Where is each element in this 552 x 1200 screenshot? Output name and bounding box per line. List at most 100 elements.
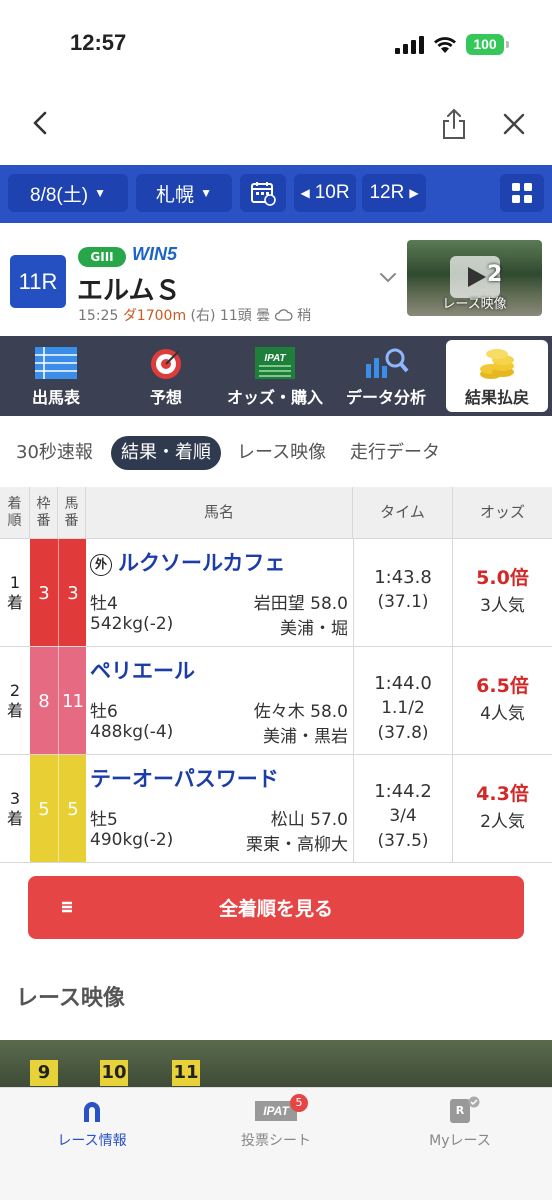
race-video-thumbnail[interactable]: 2 レース映像: [407, 240, 542, 316]
rank-number: 3: [9, 789, 21, 808]
gate-number: 10: [100, 1060, 128, 1086]
svg-text:IPAT: IPAT: [264, 353, 286, 364]
tab-label: レース情報: [57, 1133, 127, 1149]
calendar-button[interactable]: [240, 174, 286, 212]
rank-suffix: 着: [6, 701, 23, 720]
arrow-left-icon: ◀: [300, 186, 310, 200]
menu-results-payout[interactable]: 結果払戻: [446, 340, 548, 412]
venue-selector[interactable]: 札幌 ▼: [136, 174, 232, 212]
uma-cell: 11: [58, 647, 86, 755]
rank-suffix: 着: [6, 809, 23, 828]
jockey-weight: 岩田望 58.0: [253, 594, 348, 614]
ipat-icon: IPAT: [255, 347, 295, 379]
race-details: (右) 11頭 曇: [190, 308, 271, 324]
jockey-weight: 佐々木 58.0: [253, 702, 348, 722]
view-all-results-button[interactable]: 全着順を見る: [28, 876, 524, 939]
sex-age: 牡6: [90, 702, 118, 722]
uma-cell: 5: [58, 755, 86, 863]
tab-race-info[interactable]: レース情報: [22, 1096, 162, 1150]
battery-indicator: 100: [466, 34, 509, 55]
tab-my-races[interactable]: R Myレース: [390, 1096, 530, 1150]
date-selector[interactable]: 8/8(土) ▼: [8, 174, 128, 212]
menu-label: オッズ・購入: [226, 388, 323, 407]
margin: 1.1/2: [381, 698, 425, 718]
last-3f: (37.1): [377, 592, 429, 612]
coins-icon: [480, 349, 514, 379]
tab-label: Myレース: [429, 1133, 491, 1149]
notification-badge: 5: [290, 1094, 308, 1112]
header-uma: 馬番: [58, 487, 86, 539]
race-number-badge: 11R: [10, 255, 66, 308]
uma-cell: 3: [58, 539, 86, 647]
column-divider: [452, 539, 453, 863]
menu-prediction[interactable]: 予想: [112, 336, 220, 416]
menu-label: 結果払戻: [464, 388, 529, 407]
tab-results[interactable]: 結果・着順: [111, 436, 221, 470]
list-icon: [62, 901, 72, 913]
close-icon[interactable]: [500, 110, 528, 138]
video-label: レース映像: [442, 297, 507, 312]
row-divider: [0, 862, 552, 863]
share-icon[interactable]: [440, 108, 468, 140]
finish-time: 1:44.2: [374, 781, 432, 802]
time-cell: 1:43.8 (37.1): [353, 565, 453, 615]
tab-race-video[interactable]: レース映像: [237, 436, 326, 470]
rank-number: 2: [9, 681, 21, 700]
entries-table-icon: [35, 347, 77, 379]
chevron-down-icon[interactable]: [378, 267, 398, 287]
win5-logo: WIN5: [132, 244, 177, 265]
cellular-signal-icon: [395, 36, 424, 54]
header-odds: オッズ: [453, 487, 552, 539]
race-video-preview[interactable]: 9 10 11: [0, 1040, 552, 1088]
waku-cell: 3: [30, 539, 58, 647]
rank-cell: 2着: [0, 681, 30, 721]
horse-name: ルクソールカフェ: [118, 551, 286, 575]
race-name: エルムＳ: [77, 276, 181, 306]
back-icon[interactable]: [26, 108, 56, 138]
cloud-icon: [274, 309, 293, 321]
race-meta: 15:25 ダ1700m (右) 11頭 曇 稍: [78, 305, 311, 325]
margin: 3/4: [389, 806, 417, 826]
status-time: 12:57: [70, 30, 127, 55]
menu-data-analysis[interactable]: データ分析: [330, 336, 442, 416]
trainer: 美浦・黒岩: [263, 727, 348, 747]
tab-running-data[interactable]: 走行データ: [350, 436, 440, 470]
tab-30sec-report[interactable]: 30秒速報: [16, 436, 93, 470]
wifi-icon: [434, 37, 456, 53]
rank-cell: 3着: [0, 789, 30, 829]
odds-cell: 5.0倍 3人気: [453, 564, 552, 620]
odds-cell: 6.5倍 4人気: [453, 672, 552, 728]
video-gate-number: 2: [487, 262, 503, 287]
next-race-button[interactable]: 12R ▶: [362, 174, 426, 212]
prev-race-button[interactable]: ◀ 10R: [294, 174, 356, 212]
menu-label: 出馬表: [31, 388, 80, 407]
rank-suffix: 着: [6, 593, 23, 612]
win5-number: 5: [167, 244, 178, 264]
odds-value: 5.0倍: [476, 567, 529, 589]
sex-age: 牡4: [90, 594, 118, 614]
waku-cell: 8: [30, 647, 58, 755]
finish-time: 1:43.8: [374, 567, 432, 588]
menu-label: データ分析: [345, 388, 426, 407]
popularity: 3人気: [480, 596, 525, 616]
calendar-icon: [251, 182, 276, 206]
my-race-icon: R: [450, 1099, 470, 1123]
dropdown-icon: ▼: [200, 186, 212, 200]
rank-cell: 1着: [0, 573, 30, 613]
popularity: 2人気: [480, 812, 525, 832]
tab-betting-sheet[interactable]: IPAT 5 投票シート: [206, 1094, 346, 1150]
horse-name-link[interactable]: 外ルクソールカフェ: [90, 547, 285, 577]
horse-name-link[interactable]: ペリエール: [90, 655, 195, 685]
column-divider: [353, 539, 354, 863]
sex-age: 牡5: [90, 810, 118, 830]
trainer: 栗東・高柳大: [246, 835, 348, 855]
foreign-bred-icon: 外: [90, 554, 112, 576]
section-title-video: レース映像: [16, 986, 125, 1011]
menu-odds-purchase[interactable]: IPAT オッズ・購入: [220, 336, 330, 416]
check-icon: [468, 1096, 480, 1108]
horse-name-link[interactable]: テーオーパスワード: [90, 763, 279, 793]
header-waku: 枠番: [30, 487, 58, 539]
waku-cell: 5: [30, 755, 58, 863]
menu-entries[interactable]: 出馬表: [0, 336, 112, 416]
grid-menu-button[interactable]: [500, 174, 544, 212]
